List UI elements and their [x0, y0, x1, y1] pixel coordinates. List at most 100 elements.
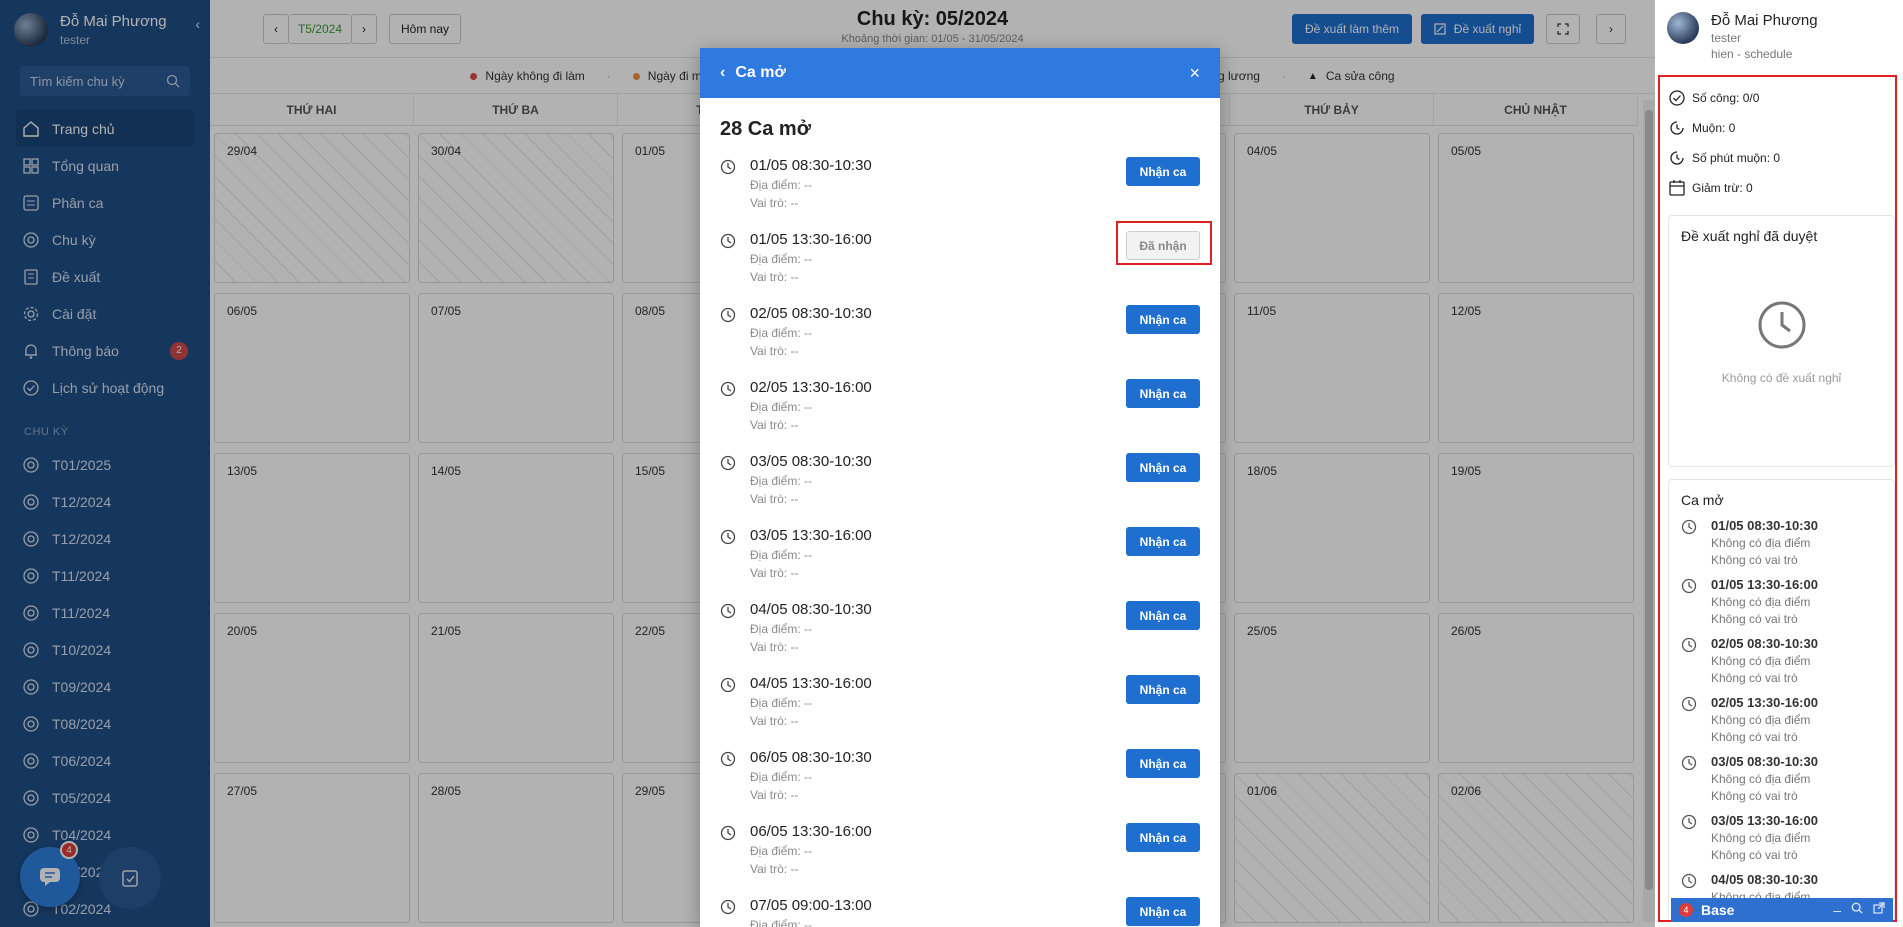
shift-role: Không có vai trò	[1711, 789, 1798, 803]
shift-location: Không có địa điểm	[1711, 831, 1811, 845]
claim-shift-button[interactable]: Nhận ca	[1126, 897, 1200, 926]
open-shifts-count: 28 Ca mở	[720, 118, 811, 140]
shift-role: Vai trò: --	[750, 714, 799, 728]
approved-leave-card: Đề xuất nghỉ đã duyệt Không có đề xuất n…	[1668, 215, 1895, 467]
shift-location: Địa điểm: --	[750, 474, 813, 488]
open-shift-item[interactable]: 01/05 08:30-10:30 Không có địa điểm Không …	[1681, 518, 1882, 567]
shift-role: Không có vai trò	[1711, 730, 1798, 744]
shift-time: 02/05 13:30-16:00	[750, 379, 872, 396]
shift-info: 02/05 13:30-16:00 Địa điểm: -- Vai trò: --	[750, 379, 872, 432]
shift-info: 04/05 13:30-16:00 Địa điểm: -- Vai trò: --	[750, 675, 872, 728]
approved-leave-title: Đề xuất nghỉ đã duyệt	[1681, 228, 1818, 244]
external-link-icon[interactable]	[1873, 902, 1885, 914]
claim-shift-button[interactable]: Nhận ca	[1126, 157, 1200, 186]
claim-shift-button[interactable]: Nhận ca	[1126, 379, 1200, 408]
highlight-box	[1116, 221, 1212, 265]
shift-role: Vai trò: --	[750, 566, 799, 580]
claim-shift-button[interactable]: Nhận ca	[1126, 453, 1200, 482]
open-shift-item[interactable]: 03/05 08:30-10:30 Không có địa điểm Không …	[1681, 754, 1882, 803]
shift-location: Địa điểm: --	[750, 178, 813, 192]
empty-message: Không có đề xuất nghỉ	[1721, 371, 1842, 385]
shift-time: 06/05 13:30-16:00	[750, 823, 872, 840]
shift-info: 01/05 08:30-10:30 Địa điểm: -- Vai trò: --	[750, 157, 872, 210]
clock-icon	[1681, 577, 1699, 626]
stat-row: Giảm trừ: 0	[1660, 173, 1895, 203]
claim-shift-button[interactable]: Nhận ca	[1126, 675, 1200, 704]
clock-icon	[720, 307, 738, 325]
claim-shift-button[interactable]: Nhận ca	[1126, 749, 1200, 778]
shift-location: Địa điểm: --	[750, 400, 813, 414]
open-shift-row: 02/05 13:30-16:00 Địa điểm: -- Vai trò: --…	[700, 379, 1220, 453]
shift-location: Địa điểm: --	[750, 844, 813, 858]
open-shift-info: 02/05 13:30-16:00 Không có địa điểm Không …	[1711, 695, 1818, 744]
open-shift-row: 04/05 08:30-10:30 Địa điểm: -- Vai trò: --…	[700, 601, 1220, 675]
shift-role: Vai trò: --	[750, 788, 799, 802]
stat-label: Muộn: 0	[1692, 121, 1736, 135]
clock-icon	[720, 159, 738, 177]
shift-location: Địa điểm: --	[750, 696, 813, 710]
shift-location: Địa điểm: --	[750, 918, 813, 927]
open-shift-item[interactable]: 02/05 08:30-10:30 Không có địa điểm Không …	[1681, 636, 1882, 685]
shift-role: Không có vai trò	[1711, 671, 1798, 685]
clock-arrow-icon	[1668, 119, 1686, 137]
base-widget-bar[interactable]: 4 Base –	[1671, 898, 1893, 922]
shift-location: Không có địa điểm	[1711, 654, 1811, 668]
shift-role: Vai trò: --	[750, 270, 799, 284]
search-icon[interactable]	[1851, 902, 1863, 914]
user-role: tester	[1711, 31, 1742, 45]
clock-icon	[1758, 301, 1805, 349]
open-shift-item[interactable]: 01/05 13:30-16:00 Không có địa điểm Không …	[1681, 577, 1882, 626]
shift-location: Không có địa điểm	[1711, 772, 1811, 786]
open-shifts-card: Ca mở 01/05 08:30-10:30 Không có địa điểm…	[1668, 479, 1895, 920]
shift-role: Vai trò: --	[750, 862, 799, 876]
modal-header: ‹ Ca mở ×	[700, 48, 1220, 98]
shift-time: 07/05 09:00-13:00	[750, 897, 872, 914]
shift-location: Không có địa điểm	[1711, 595, 1811, 609]
open-shift-row: 03/05 13:30-16:00 Địa điểm: -- Vai trò: --…	[700, 527, 1220, 601]
claim-shift-button[interactable]: Nhận ca	[1126, 601, 1200, 630]
shift-time: 01/05 13:30-16:00	[750, 231, 872, 248]
shift-time: 02/05 13:30-16:00	[1711, 695, 1818, 710]
shift-info: 06/05 08:30-10:30 Địa điểm: -- Vai trò: --	[750, 749, 872, 802]
open-shift-item[interactable]: 02/05 13:30-16:00 Không có địa điểm Không …	[1681, 695, 1882, 744]
shift-info: 07/05 09:00-13:00Địa điểm: --Vai trò: --	[750, 897, 872, 927]
open-shift-row: 04/05 13:30-16:00 Địa điểm: -- Vai trò: --…	[700, 675, 1220, 749]
open-shift-row: 06/05 13:30-16:00 Địa điểm: -- Vai trò: --…	[700, 823, 1220, 897]
shift-location: Không có địa điểm	[1711, 536, 1811, 550]
shift-time: 03/05 13:30-16:00	[750, 527, 872, 544]
base-label: Base	[1701, 902, 1735, 918]
claim-shift-button[interactable]: Nhận ca	[1126, 527, 1200, 556]
open-shifts-modal: ‹ Ca mở × 28 Ca mở 01/05 08:30-10:30 Địa …	[700, 48, 1220, 927]
clock-icon	[1681, 754, 1699, 803]
shift-role: Không có vai trò	[1711, 612, 1798, 626]
shift-time: 01/05 08:30-10:30	[750, 157, 872, 174]
open-shift-row: 03/05 08:30-10:30 Địa điểm: -- Vai trò: --…	[700, 453, 1220, 527]
open-shift-info: 03/05 08:30-10:30 Không có địa điểm Không …	[1711, 754, 1818, 803]
open-shift-row: 01/05 08:30-10:30 Địa điểm: -- Vai trò: --…	[700, 157, 1220, 231]
shift-time: 04/05 13:30-16:00	[750, 675, 872, 692]
clock-icon	[720, 233, 738, 251]
open-shift-info: 02/05 08:30-10:30 Không có địa điểm Không …	[1711, 636, 1818, 685]
stat-row: Muộn: 0	[1660, 113, 1895, 143]
back-icon[interactable]: ‹	[720, 64, 725, 82]
clock-icon	[720, 603, 738, 621]
minimize-icon[interactable]: –	[1833, 902, 1841, 918]
clock-icon	[1681, 695, 1699, 744]
shift-time: 03/05 08:30-10:30	[1711, 754, 1818, 769]
clock-icon	[720, 825, 738, 843]
claim-shift-button[interactable]: Nhận ca	[1126, 823, 1200, 852]
clock-icon	[720, 899, 738, 917]
shift-role: Vai trò: --	[750, 418, 799, 432]
right-panel-user: Đỗ Mai Phương tester hien - schedule	[1655, 0, 1903, 72]
close-icon[interactable]: ×	[1189, 63, 1200, 84]
check-circle-icon	[1668, 89, 1686, 107]
shift-time: 04/05 08:30-10:30	[750, 601, 872, 618]
open-shift-item[interactable]: 03/05 13:30-16:00 Không có địa điểm Không …	[1681, 813, 1882, 862]
clock-icon	[720, 529, 738, 547]
calendar-icon	[1668, 179, 1686, 197]
claim-shift-button[interactable]: Nhận ca	[1126, 305, 1200, 334]
shift-role: Không có vai trò	[1711, 848, 1798, 862]
shift-time: 03/05 08:30-10:30	[750, 453, 872, 470]
shift-info: 01/05 13:30-16:00 Địa điểm: -- Vai trò: --	[750, 231, 872, 284]
shift-role: Vai trò: --	[750, 492, 799, 506]
